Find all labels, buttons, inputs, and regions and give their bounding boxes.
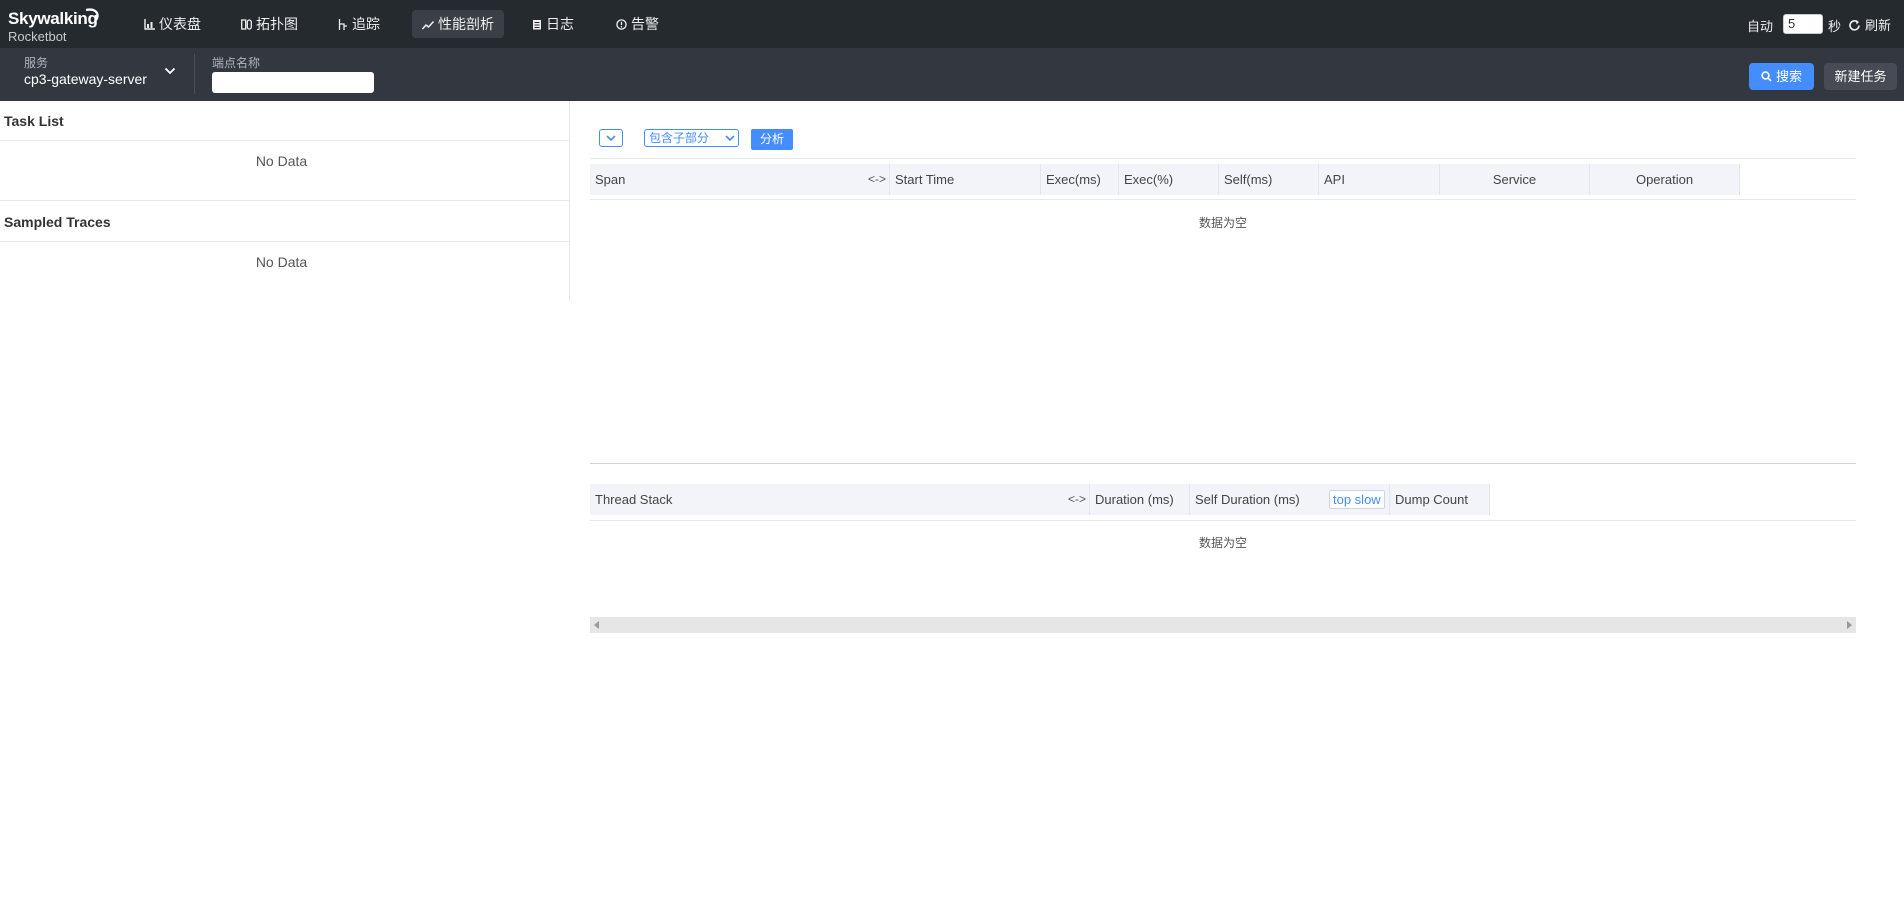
span-table-empty: 数据为空	[1198, 216, 1247, 230]
panel-splitter[interactable]	[590, 463, 1856, 464]
analysis-mode-select[interactable]: 包含子部分	[644, 129, 739, 147]
alarm-icon	[616, 19, 627, 30]
search-icon	[1761, 71, 1772, 82]
task-list-empty: No Data	[255, 153, 308, 169]
auto-refresh-label: 自动	[1747, 19, 1774, 34]
col-dump-count[interactable]: Dump Count	[1390, 484, 1490, 515]
search-button[interactable]: 搜索	[1749, 63, 1814, 90]
col-thread-stack-label: Thread Stack	[595, 492, 673, 507]
analysis-panel: 包含子部分 分析 Span <-> Start Time Exec(ms) Ex…	[590, 101, 1856, 641]
nav-alarm-label: 告警	[631, 16, 659, 32]
span-table-top-border	[590, 158, 1856, 159]
span-table-header: Span <-> Start Time Exec(ms) Exec(%) Sel…	[590, 164, 1740, 195]
endpoint-label: 端点名称	[212, 56, 261, 70]
col-span[interactable]: Span	[590, 164, 890, 195]
top-slow-button[interactable]: top slow	[1329, 490, 1385, 509]
refresh-label: 刷新	[1865, 18, 1892, 33]
chevron-down-icon	[725, 135, 735, 142]
chevron-down-icon[interactable]	[164, 67, 176, 75]
col-operation[interactable]: Operation	[1590, 164, 1740, 195]
analysis-mode-value: 包含子部分	[649, 131, 710, 145]
refresh-icon	[1849, 20, 1860, 31]
nav-trace[interactable]: 追踪	[328, 10, 390, 38]
horizontal-scrollbar[interactable]	[590, 617, 1856, 633]
line-chart-icon	[421, 20, 435, 30]
top-navbar: Skywalking Rocketbot 仪表盘 拓扑图 追踪 性能剖析 日志	[0, 0, 1904, 48]
nav-dashboard-label: 仪表盘	[159, 16, 201, 32]
col-duration[interactable]: Duration (ms)	[1090, 484, 1190, 515]
new-task-button[interactable]: 新建任务	[1824, 63, 1897, 90]
nav-log[interactable]: 日志	[522, 10, 584, 38]
search-button-label: 搜索	[1775, 69, 1802, 84]
col-thread-stack[interactable]: Thread Stack	[590, 484, 1090, 515]
thread-table-header: Thread Stack <-> Duration (ms) Self Dura…	[590, 484, 1490, 515]
logo-subtitle: Rocketbot	[8, 29, 67, 44]
col-self-duration-label: Self Duration (ms)	[1195, 492, 1300, 507]
nav-dashboard[interactable]: 仪表盘	[134, 10, 211, 38]
task-list-divider	[0, 140, 569, 141]
service-selector[interactable]: cp3-gateway-server	[24, 71, 147, 87]
nav-topology[interactable]: 拓扑图	[231, 10, 308, 38]
sampled-traces-divider	[0, 241, 569, 242]
nav-profile[interactable]: 性能剖析	[412, 10, 504, 38]
sampled-traces-empty: No Data	[255, 254, 308, 270]
segment-select[interactable]	[599, 129, 623, 147]
trace-icon	[338, 19, 347, 30]
thread-table-header-border	[590, 520, 1856, 521]
log-icon	[533, 20, 541, 30]
section-divider	[0, 200, 569, 201]
span-table-header-border	[590, 199, 1856, 200]
col-api[interactable]: API	[1319, 164, 1440, 195]
toolbar-divider	[194, 54, 195, 94]
topology-icon	[241, 19, 252, 30]
interval-unit-label: 秒	[1828, 19, 1842, 34]
profile-toolbar: 服务 cp3-gateway-server 端点名称 搜索 新建任务	[0, 48, 1904, 101]
col-exec-percent[interactable]: Exec(%)	[1119, 164, 1219, 195]
skywalking-logo[interactable]: Skywalking Rocketbot	[8, 8, 104, 44]
span-column-resize-handle[interactable]: <->	[868, 164, 886, 195]
nav-alarm[interactable]: 告警	[606, 10, 669, 38]
col-exec-ms[interactable]: Exec(ms)	[1041, 164, 1119, 195]
refresh-interval-input[interactable]: 5	[1783, 14, 1823, 34]
service-label: 服务	[24, 56, 49, 70]
col-service[interactable]: Service	[1440, 164, 1590, 195]
bar-chart-icon	[144, 19, 155, 30]
refresh-button[interactable]: 刷新	[1848, 15, 1891, 34]
analyze-button[interactable]: 分析	[751, 129, 793, 150]
col-start-time[interactable]: Start Time	[890, 164, 1041, 195]
col-span-label: Span	[595, 172, 626, 187]
logo-swoosh-icon	[85, 8, 99, 21]
task-list-title: Task List	[4, 113, 64, 129]
sampled-traces-title: Sampled Traces	[4, 214, 111, 230]
nav-profile-label: 性能剖析	[438, 16, 494, 32]
col-self-ms[interactable]: Self(ms)	[1219, 164, 1319, 195]
endpoint-input[interactable]	[212, 72, 374, 93]
nav-log-label: 日志	[546, 16, 574, 32]
nav-topology-label: 拓扑图	[256, 16, 298, 32]
scroll-right-icon[interactable]	[1846, 621, 1852, 629]
thread-column-resize-handle[interactable]: <->	[1068, 484, 1086, 515]
nav-trace-label: 追踪	[352, 16, 380, 32]
left-panel: Task List No Data Sampled Traces No Data	[0, 101, 570, 301]
scroll-left-icon[interactable]	[594, 621, 600, 629]
thread-table-empty: 数据为空	[1198, 536, 1247, 550]
chevron-down-icon	[606, 135, 616, 142]
